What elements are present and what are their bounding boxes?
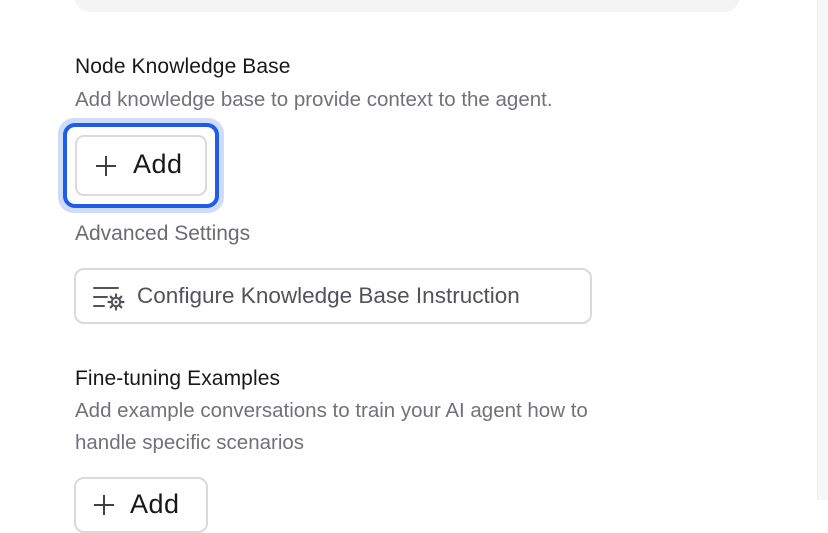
fine-tuning-description-line2: handle specific scenarios: [75, 431, 305, 454]
knowledge-base-title: Node Knowledge Base: [75, 55, 291, 78]
add-knowledge-base-focus-outline: Add: [63, 123, 219, 208]
plus-icon: [96, 156, 116, 176]
add-knowledge-base-label: Add: [133, 149, 183, 179]
configure-knowledge-base-instruction-button[interactable]: Configure Knowledge Base Instruction: [74, 268, 592, 324]
advanced-settings-title: Advanced Settings: [75, 222, 251, 245]
add-fine-tuning-example-button[interactable]: Add: [74, 477, 208, 533]
plus-icon: [94, 495, 114, 515]
add-knowledge-base-button[interactable]: Add: [75, 135, 207, 196]
fine-tuning-title: Fine-tuning Examples: [75, 367, 281, 390]
knowledge-base-description: Add knowledge base to provide context to…: [75, 88, 553, 111]
scrollbar[interactable]: [817, 0, 828, 500]
configure-knowledge-base-instruction-label: Configure Knowledge Base Instruction: [137, 283, 520, 308]
add-fine-tuning-label: Add: [130, 489, 180, 519]
settings-list-icon: [92, 284, 126, 312]
previous-section-panel: [74, 0, 740, 12]
fine-tuning-description-line1: Add example conversations to train your …: [75, 399, 588, 422]
